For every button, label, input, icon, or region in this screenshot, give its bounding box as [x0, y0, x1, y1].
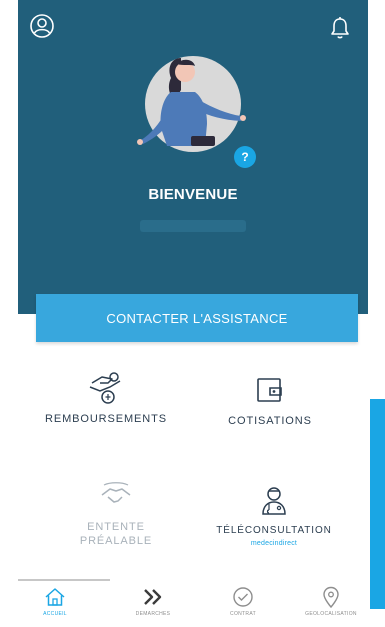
contact-assistance-button[interactable]: CONTACTER L'ASSISTANCE — [36, 294, 358, 342]
header: ? BIENVENUE — [18, 0, 368, 314]
tile-teleconsultation-label: TÉLÉCONSULTATION — [216, 525, 332, 536]
tile-cotisations[interactable]: COTISATIONS — [190, 372, 350, 482]
welcome-title: BIENVENUE — [148, 186, 238, 203]
nav-geolocalisation-label: GEOLOCALISATION — [305, 611, 357, 617]
profile-icon[interactable] — [28, 12, 56, 40]
right-edge-accent — [370, 399, 385, 609]
wallet-icon — [250, 372, 290, 408]
check-circle-icon — [230, 586, 256, 608]
welcome-username-placeholder — [140, 220, 246, 232]
tile-remboursements[interactable]: REMBOURSEMENTS — [26, 370, 186, 480]
handshake-icon — [96, 478, 136, 514]
app-screen: ? BIENVENUE CONTACTER L'ASSISTANCE REMBO… — [18, 0, 368, 627]
tile-entente-prealable[interactable]: ENTENTE PRÉALABLE — [36, 478, 196, 588]
bottom-nav: ACCUEIL DEMARCHES CONTRAT GEOLOCALISATIO… — [18, 581, 368, 627]
nav-contrat-label: CONTRAT — [230, 611, 256, 617]
medecindirect-logo: medecindirect — [250, 540, 298, 547]
hand-coin-icon — [86, 370, 126, 406]
map-pin-icon — [318, 586, 344, 608]
tile-remboursements-label: REMBOURSEMENTS — [45, 413, 167, 425]
woman-illustration-icon — [137, 58, 246, 146]
tile-entente-label: ENTENTE PRÉALABLE — [79, 521, 153, 547]
home-icon — [42, 586, 68, 608]
tile-teleconsultation[interactable]: TÉLÉCONSULTATION medecindirect — [194, 482, 354, 592]
nav-demarches-label: DEMARCHES — [135, 611, 171, 617]
avatar — [137, 56, 246, 152]
right-edge-strip — [368, 0, 385, 627]
double-chevron-right-icon — [140, 586, 166, 608]
bell-icon[interactable] — [326, 14, 354, 42]
tile-cotisations-label: COTISATIONS — [228, 415, 312, 427]
nav-accueil[interactable]: ACCUEIL — [20, 581, 90, 627]
nav-demarches[interactable]: DEMARCHES — [118, 581, 188, 627]
nav-accueil-label: ACCUEIL — [43, 611, 67, 617]
nav-geolocalisation[interactable]: GEOLOCALISATION — [296, 581, 366, 627]
nav-contrat[interactable]: CONTRAT — [208, 581, 278, 627]
doctor-icon — [254, 482, 294, 518]
help-badge[interactable]: ? — [234, 146, 256, 168]
